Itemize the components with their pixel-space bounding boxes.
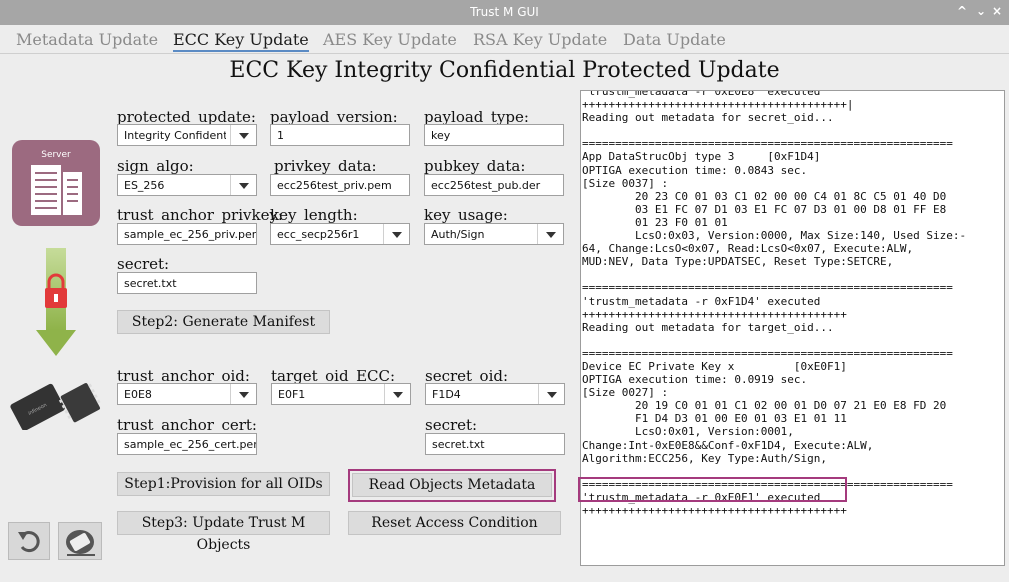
undo-icon: [18, 531, 40, 552]
trust-anchor-privkey-label: trust_anchor_privkey:: [117, 206, 283, 224]
maximize-icon[interactable]: ⌄: [976, 4, 986, 18]
pubkey-data-input[interactable]: ecc256test_pub.der: [424, 174, 564, 196]
key-length-label: key_length:: [270, 206, 358, 224]
chevron-down-icon: [383, 224, 409, 244]
generate-manifest-button[interactable]: Step2: Generate Manifest: [117, 310, 330, 334]
console-text: 'trustm_metadata -r 0xE0E8' executed +++…: [582, 90, 967, 517]
chevron-down-icon: [538, 384, 564, 404]
minimize-button[interactable]: ^: [957, 4, 967, 18]
trust-anchor-cert-label: trust_anchor_cert:: [117, 416, 257, 434]
update-objects-button[interactable]: Step3: Update Trust M Objects: [117, 511, 330, 553]
eraser-icon: [66, 530, 95, 556]
trust-anchor-cert-input[interactable]: sample_ec_256_cert.pem: [117, 433, 257, 455]
read-metadata-button[interactable]: Read Objects Metadata: [352, 473, 552, 497]
secret-oid-file-input[interactable]: secret.txt: [425, 433, 565, 455]
server-label: Server: [41, 150, 71, 160]
trust-anchor-oid-select[interactable]: E0E8: [117, 383, 257, 405]
clear-console-button[interactable]: [58, 522, 102, 560]
reset-access-button[interactable]: Reset Access Condition: [348, 511, 561, 535]
payload-type-input[interactable]: key: [424, 124, 564, 146]
target-oid-ecc-select[interactable]: E0F1: [271, 383, 411, 405]
chevron-down-icon: [230, 175, 256, 195]
key-length-select[interactable]: ecc_secp256r1: [270, 223, 410, 245]
key-usage-select[interactable]: Auth/Sign: [424, 223, 564, 245]
window-titlebar: Trust M GUI ^ ⌄ ×: [0, 0, 1009, 25]
tab-metadata-update[interactable]: Metadata Update: [16, 30, 158, 52]
page-title: ECC Key Integrity Confidential Protected…: [229, 58, 780, 83]
close-button[interactable]: ×: [992, 4, 1002, 18]
tab-rsa-key-update[interactable]: RSA Key Update: [473, 30, 607, 52]
highlight-box: [578, 477, 847, 502]
provision-button[interactable]: Step1:Provision for all OIDs: [117, 472, 330, 496]
payload-version-input[interactable]: 1: [270, 124, 410, 146]
chevron-down-icon: [537, 224, 563, 244]
tab-ecc-key-update[interactable]: ECC Key Update: [173, 30, 309, 52]
window-title: Trust M GUI: [470, 5, 539, 19]
secure-transfer-arrow-icon: [36, 248, 76, 356]
tab-aes-key-update[interactable]: AES Key Update: [323, 30, 457, 52]
chevron-down-icon: [230, 384, 256, 404]
chevron-down-icon: [384, 384, 410, 404]
protected-update-select[interactable]: Integrity Confidentia: [117, 124, 257, 146]
privkey-data-input[interactable]: ecc256test_priv.pem: [270, 174, 410, 196]
chip-icon: infineon: [8, 378, 104, 431]
secret-label: secret:: [117, 255, 170, 273]
secret-oid-file-label: secret:: [425, 416, 478, 434]
privkey-data-label: privkey_data:: [274, 157, 377, 175]
server-icon: Server: [12, 140, 100, 226]
trust-anchor-privkey-input[interactable]: sample_ec_256_priv.pem: [117, 223, 257, 245]
tab-bar: Metadata Update ECC Key Update AES Key U…: [0, 25, 1009, 54]
secret-input[interactable]: secret.txt: [117, 272, 257, 294]
sign-algo-label: sign_algo:: [117, 157, 194, 175]
chevron-down-icon: [230, 125, 256, 145]
tab-data-update[interactable]: Data Update: [623, 30, 726, 52]
key-usage-label: key_usage:: [424, 206, 508, 224]
sign-algo-select[interactable]: ES_256: [117, 174, 257, 196]
back-button[interactable]: [8, 522, 50, 560]
pubkey-data-label: pubkey_data:: [424, 157, 526, 175]
secret-oid-select[interactable]: F1D4: [425, 383, 565, 405]
